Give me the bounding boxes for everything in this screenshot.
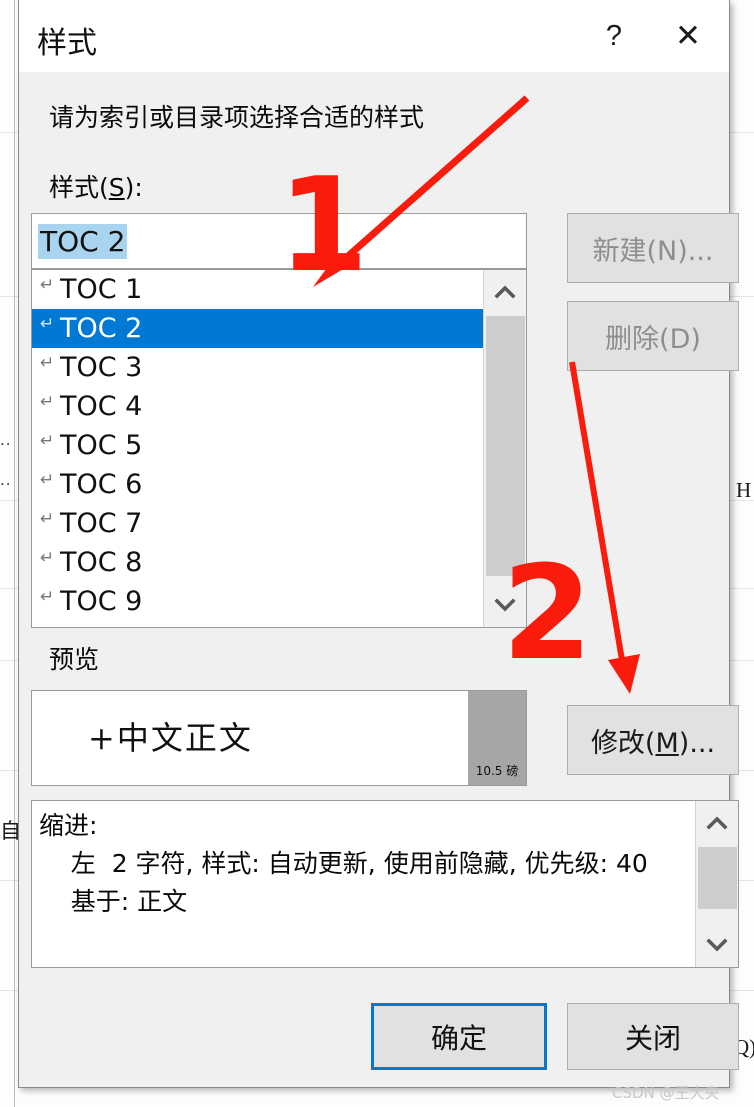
paragraph-mark-icon: ↵ [40, 587, 55, 607]
style-list-item-label: TOC 2 [60, 313, 143, 344]
background-dots-left-2: .. [0, 470, 12, 489]
style-list-item-label: TOC 6 [60, 469, 143, 500]
scroll-down-icon[interactable] [484, 583, 526, 627]
style-name-input-value: TOC 2 [38, 223, 128, 259]
style-list-item[interactable]: ↵ TOC 9 [32, 582, 526, 621]
background-dots-left: .. [0, 430, 12, 449]
style-list-item-label: TOC 1 [60, 274, 143, 305]
style-list-item[interactable]: ↵ TOC 5 [32, 426, 526, 465]
watermark: CSDN @王大央 [612, 1084, 720, 1102]
dialog-title: 样式 [37, 26, 97, 61]
close-icon[interactable]: ✕ [655, 0, 721, 72]
question-mark-icon[interactable]: ? [581, 0, 647, 72]
style-list-item[interactable]: ↵ TOC 7 [32, 504, 526, 543]
paragraph-mark-icon: ↵ [40, 548, 55, 568]
style-list-item[interactable]: ↵ TOC 6 [32, 465, 526, 504]
style-list-item[interactable]: ↵ TOC 3 [32, 348, 526, 387]
ok-button[interactable]: 确定 [371, 1003, 547, 1070]
style-description-box: 缩进: 左 2 字符, 样式: 自动更新, 使用前隐藏, 优先级: 40 基于:… [31, 800, 739, 968]
styles-dialog: 样式 ? ✕ 请为索引或目录项选择合适的样式 样式(S): TOC 2 ↵ TOC… [18, 0, 739, 1088]
style-list-item-label: TOC 5 [60, 430, 143, 461]
background-fragment-right-top: H [736, 478, 752, 502]
paragraph-mark-icon: ↵ [40, 314, 55, 334]
paragraph-mark-icon: ↵ [40, 509, 55, 529]
dialog-titlebar: 样式 ? ✕ [19, 0, 729, 72]
style-list-item[interactable]: ↵ TOC 4 [32, 387, 526, 426]
close-button[interactable]: 关闭 [567, 1003, 739, 1070]
paragraph-mark-icon: ↵ [40, 275, 55, 295]
desc-scrollbar-thumb[interactable] [698, 847, 737, 909]
style-list-item-label: TOC 4 [60, 391, 143, 422]
new-style-button[interactable]: 新建(N)... [567, 213, 739, 283]
style-list-item-label: TOC 9 [60, 586, 143, 617]
scroll-up-icon[interactable] [484, 270, 526, 314]
style-list-rows: ↵ TOC 1 ↵ TOC 2 ↵ TOC 3 ↵ TOC 4 ↵ TOC 5 ↵ TOC 6 ↵ TOC… [32, 270, 526, 621]
modify-style-button-label: 修改(M)... [590, 727, 716, 759]
paragraph-mark-icon: ↵ [40, 470, 55, 490]
paragraph-mark-icon: ↵ [40, 392, 55, 412]
styles-field-label-text: 样式(S): [49, 173, 143, 202]
style-name-input[interactable]: TOC 2 [31, 213, 527, 269]
style-description-text: 缩进: 左 2 字符, 样式: 自动更新, 使用前隐藏, 优先级: 40 基于:… [39, 811, 648, 916]
styles-field-label: 样式(S): [49, 168, 143, 204]
style-list-item[interactable]: ↵ TOC 8 [32, 543, 526, 582]
dialog-prompt: 请为索引或目录项选择合适的样式 [49, 103, 425, 132]
paragraph-mark-icon: ↵ [40, 431, 55, 451]
desc-scroll-down-icon[interactable] [696, 923, 738, 967]
scrollbar-thumb[interactable] [486, 316, 525, 576]
preview-box: +中文正文 10.5 磅 [31, 690, 527, 786]
paragraph-mark-icon: ↵ [40, 353, 55, 373]
preview-font-size-chip: 10.5 磅 [468, 691, 526, 785]
style-list-item-label: TOC 3 [60, 352, 143, 383]
preview-label: 预览 [49, 645, 100, 674]
style-list-scrollbar[interactable] [483, 270, 526, 627]
modify-style-button[interactable]: 修改(M)... [567, 705, 739, 775]
delete-style-button[interactable]: 删除(D) [567, 301, 739, 371]
style-list-item[interactable]: ↵ TOC 2 [32, 309, 526, 348]
style-list-item[interactable]: ↵ TOC 1 [32, 270, 526, 309]
style-list-item-label: TOC 7 [60, 508, 143, 539]
style-list-item-label: TOC 8 [60, 547, 143, 578]
preview-text: +中文正文 [88, 719, 253, 757]
preview-font-size-value: 10.5 磅 [475, 764, 519, 778]
desc-scroll-up-icon[interactable] [696, 801, 738, 845]
style-list[interactable]: ↵ TOC 1 ↵ TOC 2 ↵ TOC 3 ↵ TOC 4 ↵ TOC 5 ↵ TOC 6 ↵ TOC… [31, 269, 527, 628]
description-scrollbar[interactable] [695, 801, 738, 967]
